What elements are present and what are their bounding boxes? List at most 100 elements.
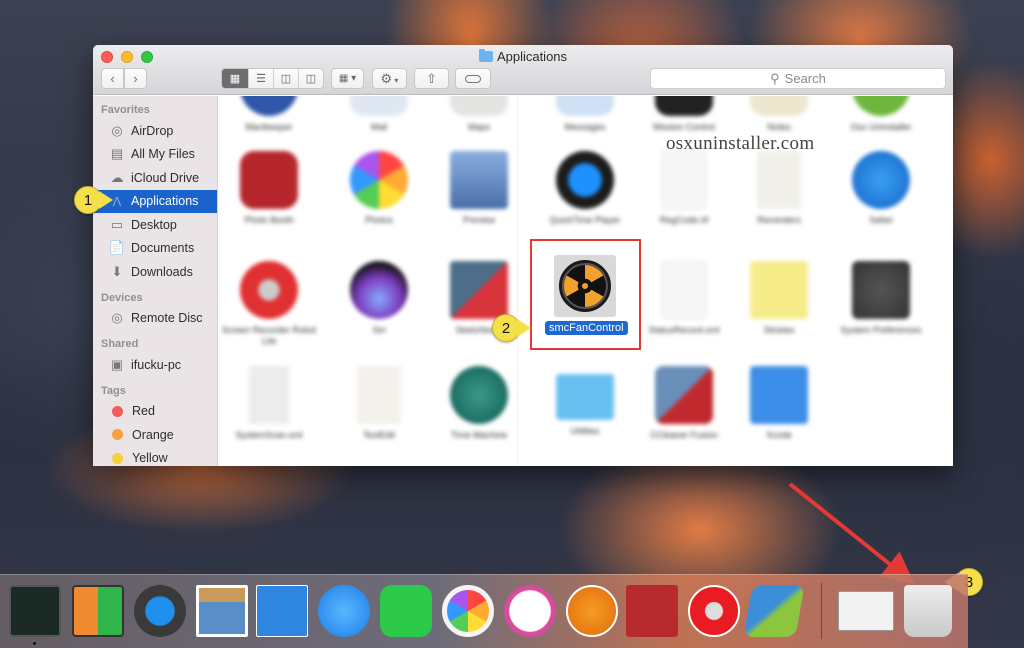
app-item[interactable]: CCleaner Fusion <box>634 366 734 441</box>
dock-photo-booth[interactable] <box>626 585 678 637</box>
documents-icon: 📄 <box>108 240 126 256</box>
sidebar-item-label: iCloud Drive <box>131 170 200 185</box>
arrange-button[interactable]: ▦ ▾ <box>331 68 364 89</box>
app-item[interactable]: Utilities <box>535 366 635 437</box>
app-item[interactable]: Siri <box>329 261 429 336</box>
app-item[interactable]: RegCode.rtf <box>634 151 734 226</box>
cloud-icon: ☁ <box>110 169 124 185</box>
search-placeholder: Search <box>784 71 826 86</box>
search-icon: ⚲ <box>770 70 780 86</box>
dock-itunes[interactable] <box>504 585 556 637</box>
dock-screen-recorder[interactable] <box>688 585 740 637</box>
app-item[interactable]: Preview <box>429 151 529 226</box>
app-item[interactable]: Reminders <box>729 151 829 226</box>
titlebar: Applications ‹ › ▦ ☰ ◫ ◫ ▦ ▾ ⚙ ▾ ⇧ ⚲ Sea… <box>93 45 953 95</box>
app-item[interactable]: Manikeeper <box>219 96 319 133</box>
cover-flow-button[interactable]: ◫ <box>298 69 323 88</box>
forward-button[interactable]: › <box>124 68 147 89</box>
sidebar-item-label: Downloads <box>131 264 193 279</box>
app-item[interactable]: Xcode <box>729 366 829 441</box>
sidebar-section-shared: Shared <box>101 338 139 350</box>
sidebar-item-label: All My Files <box>131 147 195 162</box>
app-item[interactable]: Notes <box>729 96 829 133</box>
app-item[interactable]: Photo Booth <box>219 151 319 226</box>
app-item-smcfancontrol[interactable]: smcFanControl <box>545 255 628 336</box>
search-field[interactable]: ⚲ Search <box>650 68 946 89</box>
sidebar-item-label: Remote Disc <box>131 311 203 326</box>
sidebar-tag-red[interactable]: Red <box>93 400 217 424</box>
dock-trash[interactable] <box>904 585 952 637</box>
sidebar-item-all-my-files[interactable]: ▤ All My Files <box>93 143 217 167</box>
applications-folder-icon <box>478 49 493 62</box>
sidebar-item-documents[interactable]: 📄 Documents <box>93 237 217 261</box>
app-item[interactable]: Stickies <box>729 261 829 336</box>
share-icon: ⇧ <box>426 70 437 86</box>
action-button[interactable]: ⚙ ▾ <box>372 68 407 89</box>
gear-icon: ⚙ ▾ <box>380 70 399 86</box>
app-item[interactable]: TextEdit <box>329 366 429 441</box>
app-item[interactable]: System Preferences <box>831 261 931 336</box>
sidebar-section-devices: Devices <box>101 291 143 304</box>
app-item[interactable]: StatusRecord.xml <box>634 261 734 336</box>
downloads-icon: ⬇ <box>111 263 123 279</box>
sidebar-item-airdrop[interactable]: ◎ AirDrop <box>93 119 217 143</box>
sidebar-item-label: Applications <box>131 194 199 209</box>
list-view-button[interactable]: ☰ <box>248 69 273 88</box>
dock-messages[interactable] <box>318 585 370 637</box>
dock-ibooks[interactable] <box>566 585 618 637</box>
app-item[interactable]: Mail <box>329 96 429 133</box>
tag-yellow-dot <box>112 452 123 464</box>
finder-window: Applications ‹ › ▦ ☰ ◫ ◫ ▦ ▾ ⚙ ▾ ⇧ ⚲ Sea… <box>93 45 953 466</box>
sidebar-item-downloads[interactable]: ⬇ Downloads <box>93 260 217 284</box>
dock-activity-monitor[interactable] <box>9 585 61 637</box>
all-files-icon: ▤ <box>110 146 124 162</box>
sidebar-item-remote-disc[interactable]: ◎ Remote Disc <box>93 307 217 331</box>
callout-1: 1 <box>74 186 113 214</box>
sidebar-tag-yellow[interactable]: Yellow <box>93 447 217 467</box>
sidebar-item-ifucku-pc[interactable]: ▣ ifucku-pc <box>93 353 217 377</box>
dock-xcode[interactable] <box>256 585 308 637</box>
app-item[interactable]: Time Machine <box>429 366 529 441</box>
column-view-button[interactable]: ◫ <box>273 69 298 88</box>
app-item[interactable]: Osx Uninstaller <box>831 96 931 133</box>
app-item[interactable]: Maps <box>429 96 529 133</box>
dock-preview[interactable] <box>196 585 248 637</box>
sidebar-item-label: Red <box>132 404 155 419</box>
tag-orange-dot <box>112 429 123 441</box>
dock-safari-window[interactable] <box>838 591 894 631</box>
callout-2: 2 <box>492 314 531 342</box>
sidebar-tag-orange[interactable]: Orange <box>93 423 217 447</box>
share-button[interactable]: ⇧ <box>414 68 449 89</box>
airdrop-icon: ◎ <box>111 122 123 138</box>
window-title-text: Applications <box>496 49 568 64</box>
chevron-left-icon: ‹ <box>110 71 115 86</box>
window-title: Applications <box>93 49 953 64</box>
app-item[interactable]: Mission Control <box>634 96 734 133</box>
dock-facetime[interactable] <box>380 585 432 637</box>
app-item[interactable]: SystemScan.xml <box>219 366 319 441</box>
sidebar-item-desktop[interactable]: ▭ Desktop <box>93 213 217 237</box>
back-button[interactable]: ‹ <box>101 68 124 89</box>
sidebar-item-label: Documents <box>131 241 195 256</box>
radiation-icon <box>554 255 616 317</box>
dock-photos[interactable] <box>442 585 494 637</box>
app-item[interactable]: Screen Recorder Robot Lite <box>219 261 319 347</box>
tag-red-dot <box>112 405 123 417</box>
dock-mission-control[interactable] <box>72 585 124 637</box>
dock-osx-uninstaller[interactable] <box>743 585 805 637</box>
desktop-icon: ▭ <box>110 216 124 232</box>
tag-icon <box>465 74 481 83</box>
app-item[interactable]: Safari <box>831 151 931 226</box>
sidebar-item-label: ifucku-pc <box>131 357 182 372</box>
icon-view-button[interactable]: ▦ <box>222 69 248 88</box>
sidebar-item-icloud-drive[interactable]: ☁ iCloud Drive <box>93 166 217 190</box>
app-item[interactable]: Photos <box>329 151 429 226</box>
arrange-grid-icon: ▦ ▾ <box>338 73 357 84</box>
sidebar-item-label: Desktop <box>131 217 177 232</box>
app-item[interactable]: Messages <box>535 96 635 133</box>
tag-button[interactable] <box>455 68 491 89</box>
sidebar-section-favorites: Favorites <box>101 104 150 116</box>
app-item[interactable]: QuickTime Player <box>535 151 635 226</box>
sidebar-section-tags: Tags <box>101 384 126 397</box>
dock-quicktime[interactable] <box>134 585 186 637</box>
